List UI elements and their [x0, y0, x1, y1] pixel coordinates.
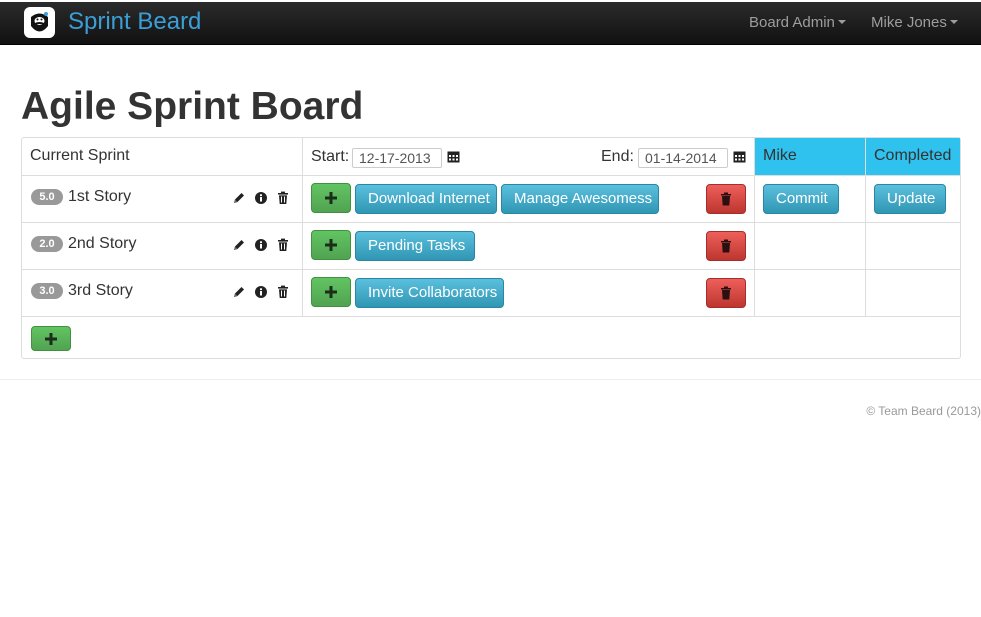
plus-icon [325, 286, 337, 298]
info-icon[interactable] [254, 191, 268, 205]
current-sprint-label: Current Sprint [30, 147, 130, 164]
plus-icon [325, 192, 337, 204]
story-title: 1st Story [68, 188, 132, 205]
start-date-input[interactable] [352, 148, 442, 168]
info-icon[interactable] [254, 238, 268, 252]
caret-down-icon [949, 20, 958, 25]
caret-down-icon [837, 20, 846, 25]
story-points-badge: 2.0 [31, 236, 63, 252]
footer-copyright: © Team Beard (2013) [866, 404, 981, 418]
delete-story-button[interactable] [706, 231, 746, 261]
footer-divider [0, 379, 981, 380]
trash-icon [721, 239, 731, 253]
row-divider [22, 316, 960, 317]
user-menu[interactable]: Mike Jones [871, 14, 958, 32]
plus-icon [45, 332, 57, 345]
task-button[interactable]: Pending Tasks [355, 231, 475, 261]
delete-story-button[interactable] [706, 278, 746, 308]
story-title: 2nd Story [68, 235, 137, 252]
trash-icon[interactable] [276, 238, 290, 252]
column-header-completed: Completed [866, 138, 960, 176]
story-row: 3.0 3rd Story Invite Collaborators [22, 270, 960, 316]
task-button[interactable]: Invite Collaborators [355, 278, 504, 308]
commit-button[interactable]: Commit [763, 184, 839, 214]
pencil-icon[interactable] [232, 238, 246, 252]
task-button[interactable]: Download Internet [355, 184, 497, 214]
info-icon[interactable] [254, 285, 268, 299]
calendar-icon[interactable] [447, 150, 460, 163]
pencil-icon[interactable] [232, 191, 246, 205]
story-row: 2.0 2nd Story Pending Tasks [22, 223, 960, 269]
board-admin-label: Board Admin [749, 14, 835, 31]
start-date-label: Start: [311, 148, 350, 165]
calendar-icon[interactable] [733, 150, 746, 163]
plus-icon [325, 239, 337, 251]
update-button[interactable]: Update [874, 184, 946, 214]
add-task-button[interactable] [311, 230, 351, 260]
trash-icon [721, 286, 731, 300]
pencil-icon[interactable] [232, 285, 246, 299]
story-points-badge: 5.0 [31, 189, 63, 205]
delete-story-button[interactable] [706, 184, 746, 214]
trash-icon[interactable] [276, 191, 290, 205]
top-navbar: Sprint Beard Board Admin Mike Jones [0, 2, 981, 45]
end-date-input[interactable] [638, 148, 728, 168]
story-row: 5.0 1st Story Download Internet Manage A… [22, 176, 960, 222]
column-header-mike: Mike [755, 138, 865, 176]
add-task-button[interactable] [311, 183, 351, 213]
add-task-button[interactable] [311, 277, 351, 307]
brand-link[interactable]: Sprint Beard [68, 8, 201, 36]
beard-logo-icon[interactable] [24, 7, 55, 38]
sprint-board: Mike Completed Current Sprint Start: End… [21, 137, 961, 359]
board-admin-menu[interactable]: Board Admin [749, 14, 846, 32]
trash-icon [721, 192, 731, 206]
add-story-button[interactable] [31, 326, 71, 351]
story-points-badge: 3.0 [31, 283, 63, 299]
user-menu-label: Mike Jones [871, 14, 947, 31]
end-date-label: End: [601, 148, 634, 165]
trash-icon[interactable] [276, 285, 290, 299]
task-button[interactable]: Manage Awesomess [501, 184, 659, 214]
page-title: Agile Sprint Board [21, 85, 364, 128]
story-title: 3rd Story [68, 282, 133, 299]
